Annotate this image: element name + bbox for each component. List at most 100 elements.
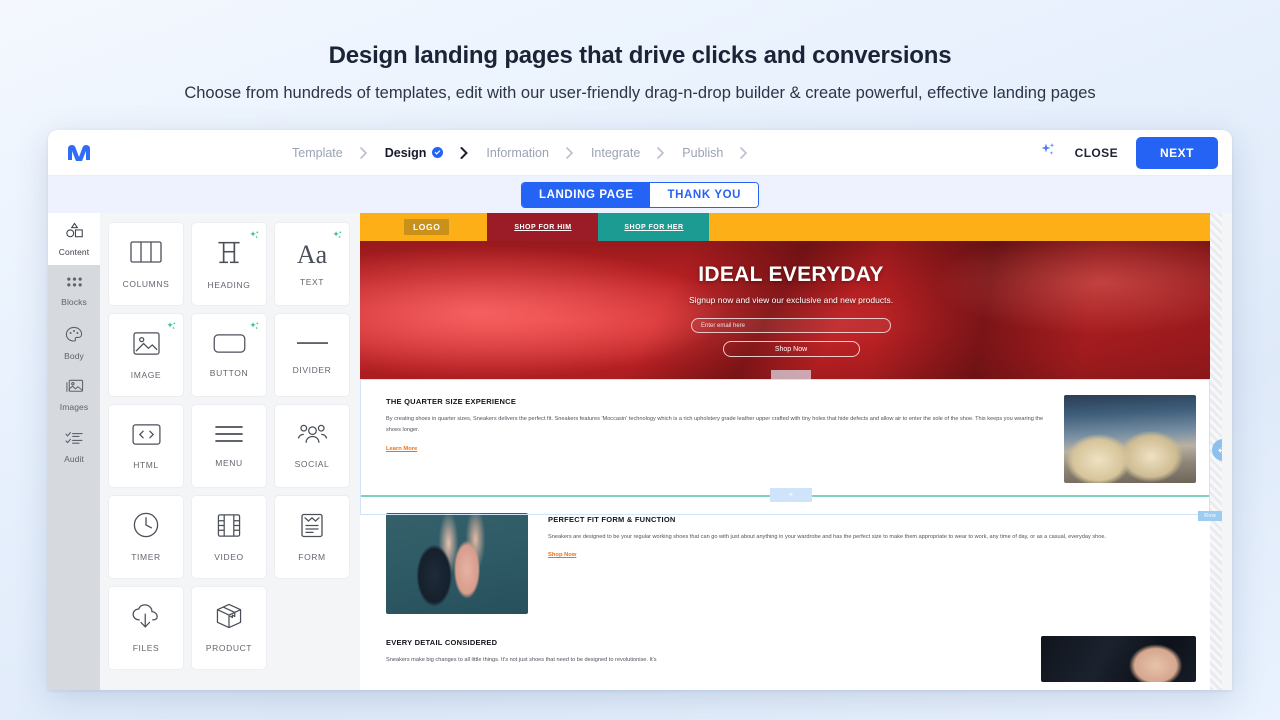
palette-tile-button[interactable]: BUTTON	[192, 314, 266, 396]
palette-tile-timer[interactable]: TIMER	[109, 496, 183, 578]
heading-icon	[216, 239, 242, 271]
tab-landing-page[interactable]: LANDING PAGE	[521, 182, 651, 207]
row-drop-divider: +	[360, 488, 1222, 502]
chevron-right-icon	[566, 146, 574, 159]
hero-email-input[interactable]: Enter email here	[691, 318, 891, 333]
step-information[interactable]: Information	[486, 146, 549, 160]
palette-tile-product[interactable]: PRODUCT	[192, 587, 266, 669]
preview-block-every-detail[interactable]: EVERY DETAIL CONSIDERED Sneakers make bi…	[360, 614, 1222, 682]
row-drop-tab[interactable]: +	[770, 488, 812, 502]
code-icon	[131, 423, 161, 451]
block-image-2[interactable]	[386, 513, 528, 614]
box-icon	[215, 603, 243, 634]
hero-email-placeholder: Enter email here	[701, 322, 746, 329]
palette-tile-heading[interactable]: HEADING	[192, 223, 266, 305]
rail-label-images: Images	[59, 402, 89, 412]
preview-block-perfect-fit[interactable]: PERFECT FIT FORM & FUNCTION Sneakers are…	[360, 497, 1222, 614]
hero-drop-tab[interactable]	[771, 370, 811, 379]
close-button[interactable]: CLOSE	[1075, 146, 1118, 160]
palette-label-text: TEXT	[299, 276, 325, 287]
block-text-3: EVERY DETAIL CONSIDERED Sneakers make bi…	[386, 636, 1021, 682]
rail-item-audit[interactable]: Audit	[48, 421, 100, 473]
image-stack-icon	[65, 378, 84, 399]
palette-label-html: HTML	[133, 459, 159, 470]
rail-item-blocks[interactable]: Blocks	[48, 265, 100, 317]
check-circle-icon	[432, 147, 444, 158]
block-link-shop-now[interactable]: Shop Now	[548, 552, 576, 558]
ai-sparkles-icon[interactable]	[1039, 141, 1057, 164]
step-design[interactable]: Design	[385, 146, 444, 160]
palette-tile-image[interactable]: IMAGE	[109, 314, 183, 396]
palette-tile-social[interactable]: SOCIAL	[275, 405, 349, 487]
grid-dots-icon	[66, 275, 83, 294]
palette-label-heading: HEADING	[207, 279, 251, 290]
rail-item-body[interactable]: Body	[48, 317, 100, 369]
sneaker-ballet-photo	[386, 513, 528, 614]
block-title-3: EVERY DETAIL CONSIDERED	[386, 638, 498, 647]
clock-icon	[133, 512, 159, 543]
landing-page-canvas[interactable]: Row LOGO SHOP FOR HIM SHOP FOR HER IDEAL…	[360, 213, 1222, 690]
tab-thank-you[interactable]: THANK YOU	[650, 182, 759, 207]
wizard-steps: Template Design Information Integrate Pu…	[292, 146, 765, 160]
block-body-3: Sneakers make big changes to all little …	[386, 657, 657, 663]
palette-label-timer: TIMER	[131, 552, 161, 562]
block-body-2: Sneakers are designed to be your regular…	[548, 534, 1107, 540]
palette-tile-divider[interactable]: DIVIDER	[275, 314, 349, 396]
palette-tile-html[interactable]: HTML	[109, 405, 183, 487]
block-title-2: PERFECT FIT FORM & FUNCTION	[548, 515, 676, 524]
ai-badge-icon	[332, 228, 343, 246]
ai-badge-icon	[249, 319, 260, 337]
palette-tile-video[interactable]: VIDEO	[192, 496, 266, 578]
block-image-3[interactable]	[1041, 636, 1196, 682]
topbar-actions: CLOSE NEXT	[1039, 136, 1218, 169]
hero-subtitle: Signup now and view our exclusive and ne…	[688, 295, 894, 305]
page-type-segmented-control: LANDING PAGE THANK YOU	[520, 181, 760, 208]
palette-label-divider: DIVIDER	[292, 365, 332, 375]
canvas-area: Row LOGO SHOP FOR HIM SHOP FOR HER IDEAL…	[358, 213, 1232, 690]
preview-nav-shop-for-him[interactable]: SHOP FOR HIM	[487, 213, 599, 241]
palette-tile-text[interactable]: Aa TEXT	[275, 223, 349, 305]
form-icon	[300, 512, 324, 543]
preview-block-quarter-size[interactable]: THE QUARTER SIZE EXPERIENCE By creating …	[360, 379, 1222, 483]
left-rail: Content Blocks Body Images Audit	[48, 213, 100, 690]
step-integrate[interactable]: Integrate	[591, 146, 640, 160]
ai-badge-icon	[166, 319, 177, 337]
next-button[interactable]: NEXT	[1135, 136, 1218, 169]
block-link-learn-more[interactable]: Learn More	[386, 446, 417, 452]
block-image-1[interactable]	[1064, 395, 1196, 483]
row-label-tag: Row	[1198, 511, 1222, 521]
checklist-icon	[65, 431, 83, 451]
divider-icon	[296, 335, 329, 356]
palette-label-columns: COLUMNS	[122, 278, 170, 289]
palette-tile-columns[interactable]: COLUMNS	[109, 223, 183, 305]
palette-tile-files[interactable]: FILES	[109, 587, 183, 669]
step-template[interactable]: Template	[292, 146, 343, 160]
palette-tile-menu[interactable]: MENU	[192, 405, 266, 487]
builder-app-window: Template Design Information Integrate Pu…	[48, 130, 1232, 690]
social-icon	[297, 423, 328, 450]
chevron-right-icon	[657, 146, 665, 159]
bowling-shoes-photo	[1064, 395, 1196, 483]
hero-content: IDEAL EVERYDAY Signup now and view our e…	[360, 263, 1222, 357]
rail-item-images[interactable]: Images	[48, 369, 100, 421]
preview-site-nav[interactable]: LOGO SHOP FOR HIM SHOP FOR HER	[360, 213, 1222, 241]
palette-icon	[65, 326, 83, 348]
step-publish[interactable]: Publish	[682, 146, 723, 160]
palette-label-product: PRODUCT	[205, 643, 253, 653]
moosend-logo-icon[interactable]	[66, 142, 92, 164]
promo-headline: Design landing pages that drive clicks a…	[328, 42, 952, 69]
rail-label-content: Content	[58, 246, 90, 257]
ai-badge-icon	[249, 228, 260, 246]
columns-icon	[130, 240, 162, 270]
page-tabs-bar: LANDING PAGE THANK YOU	[48, 175, 1232, 213]
rail-item-content[interactable]: Content	[48, 213, 100, 265]
preview-nav-shop-for-her[interactable]: SHOP FOR HER	[598, 213, 710, 241]
preview-hero-section[interactable]: IDEAL EVERYDAY Signup now and view our e…	[360, 241, 1222, 379]
preview-logo-chip[interactable]: LOGO	[404, 219, 450, 235]
block-text-2: PERFECT FIT FORM & FUNCTION Sneakers are…	[548, 513, 1196, 614]
hero-title: IDEAL EVERYDAY	[698, 263, 884, 286]
hero-shop-now-button[interactable]: Shop Now	[722, 341, 860, 357]
promo-subhead: Choose from hundreds of templates, edit …	[184, 84, 1096, 102]
chevron-right-icon	[740, 146, 748, 159]
palette-tile-form[interactable]: FORM	[275, 496, 349, 578]
